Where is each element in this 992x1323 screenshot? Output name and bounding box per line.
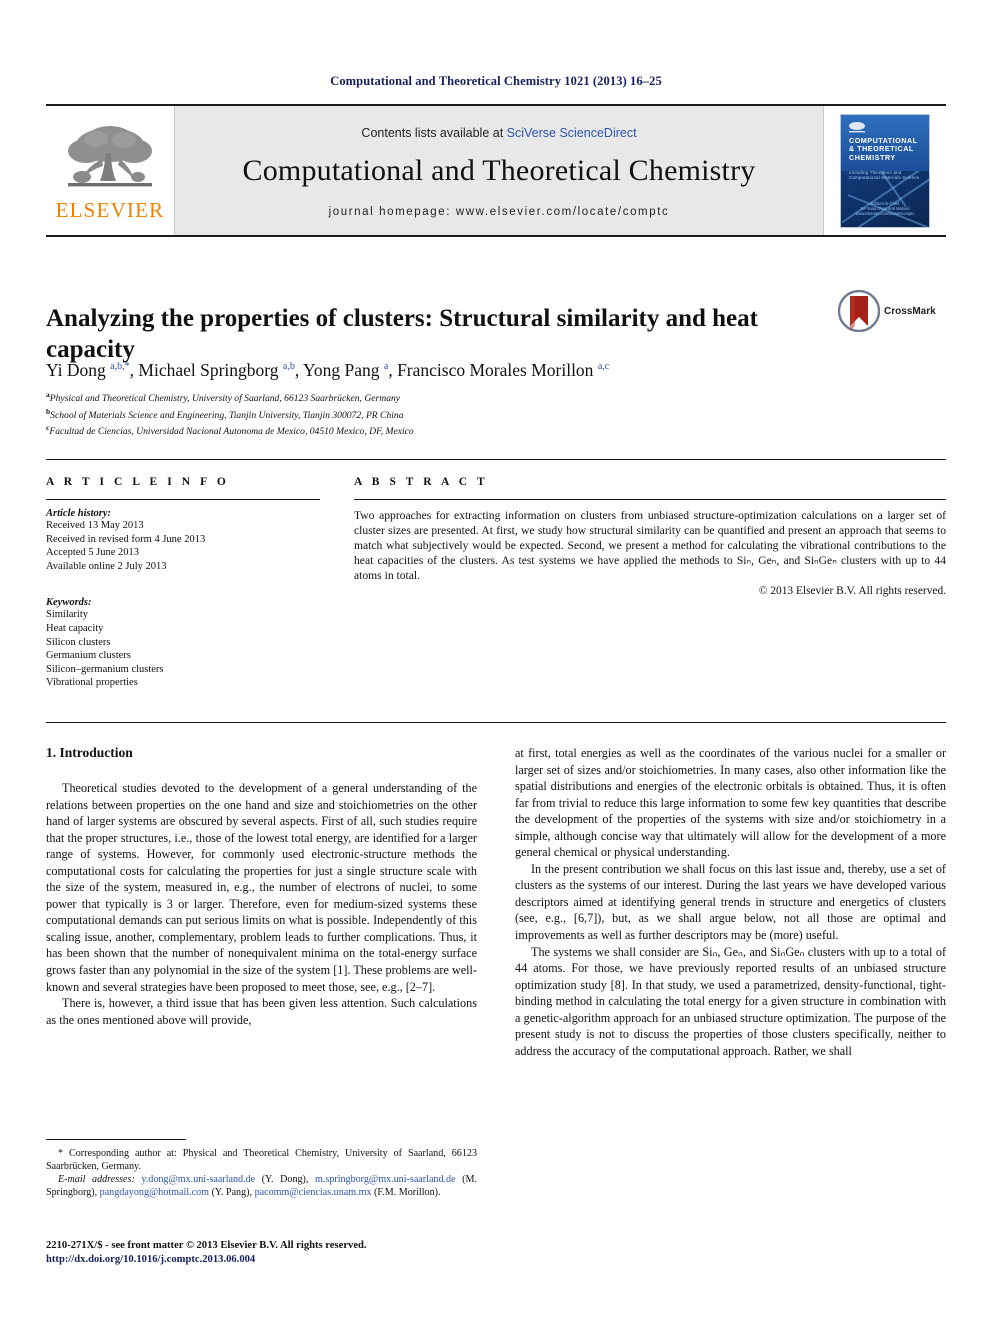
email-address[interactable]: pangdayong@hotmail.com	[100, 1187, 209, 1198]
corresponding-author-note: * Corresponding author at: Physical and …	[46, 1148, 477, 1172]
affiliation-text: Physical and Theoretical Chemistry, Univ…	[49, 393, 401, 405]
abstract-column: A B S T R A C T Two approaches for extra…	[336, 460, 946, 722]
article-info-divider	[46, 499, 320, 500]
body-column-left: 1. Introduction Theoretical studies devo…	[46, 745, 477, 1059]
abstract-text: Two approaches for extracting informatio…	[354, 509, 946, 583]
journal-article-page: Computational and Theoretical Chemistry …	[0, 0, 992, 1323]
cover-footer: Editors-in-Chief Se-Yuan Chen and Manuel…	[855, 200, 915, 217]
doi-link[interactable]: http://dx.doi.org/10.1016/j.comptc.2013.…	[46, 1253, 477, 1267]
journal-homepage-link[interactable]: journal homepage: www.elsevier.com/locat…	[329, 206, 670, 218]
email-owner: (Y. Dong)	[261, 1174, 306, 1185]
author-list: Yi Dong a,b,*, Michael Springborg a,b, Y…	[46, 359, 610, 380]
email-address[interactable]: m.springborg@mx.uni-saarland.de	[315, 1174, 456, 1185]
section-heading-introduction: 1. Introduction	[46, 745, 133, 760]
article-history-label: Article history:	[46, 508, 112, 519]
email-label: E-mail addresses:	[58, 1174, 135, 1185]
journal-cover-thumbnail[interactable]: COMPUTATIONAL & THEORETICAL CHEMISTRY In…	[840, 113, 930, 228]
cover-elsevier-icon	[849, 121, 865, 132]
crossmark-badge[interactable]: CrossMark	[838, 286, 946, 336]
body-paragraph: There is, however, a third issue that ha…	[46, 996, 477, 1027]
footnote-area: * Corresponding author at: Physical and …	[46, 1139, 477, 1199]
body-paragraph: In the present contribution we shall foc…	[515, 861, 946, 943]
elsevier-wordmark: ELSEVIER	[55, 197, 165, 222]
keyword-item: Heat capacity	[46, 622, 104, 634]
abstract-heading: A B S T R A C T	[354, 476, 489, 488]
email-addresses-note: E-mail addresses: y.dong@mx.uni-saarland…	[46, 1174, 477, 1198]
imprint-block: 2210-271X/$ - see front matter © 2013 El…	[46, 1239, 477, 1266]
body-column-right: at first, total energies as well as the …	[515, 745, 946, 1059]
article-history-item: Received 13 May 2013	[46, 520, 144, 531]
journal-cover-block: COMPUTATIONAL & THEORETICAL CHEMISTRY In…	[824, 106, 946, 235]
journal-masthead: ELSEVIER Contents lists available at Sci…	[46, 104, 946, 237]
keyword-item: Germanium clusters	[46, 650, 131, 662]
sciencedirect-link[interactable]: SciVerse ScienceDirect	[507, 126, 637, 140]
affiliation-list: aPhysical and Theoretical Chemistry, Uni…	[46, 389, 936, 439]
keyword-item: Similarity	[46, 609, 88, 621]
journal-title: Computational and Theoretical Chemistry	[242, 153, 756, 187]
body-columns: 1. Introduction Theoretical studies devo…	[46, 745, 946, 1059]
email-owner: (Y. Pang)	[211, 1187, 250, 1198]
article-info-heading: A R T I C L E I N F O	[46, 476, 230, 488]
contents-prefix: Contents lists available at	[361, 125, 507, 140]
article-history-item: Accepted 5 June 2013	[46, 547, 140, 559]
cover-subtitle: Including Theochem and Computational Mat…	[849, 169, 920, 180]
keyword-item: Silicon–germanium clusters	[46, 663, 164, 675]
crossmark-icon	[838, 290, 880, 332]
elsevier-tree-icon	[68, 125, 152, 186]
keyword-item: Vibrational properties	[46, 677, 138, 689]
cover-title: COMPUTATIONAL & THEORETICAL CHEMISTRY	[849, 135, 918, 162]
affiliation-item: bSchool of Materials Science and Enginee…	[46, 406, 936, 423]
article-info-abstract-panel: A R T I C L E I N F O Article history: R…	[46, 459, 946, 723]
body-paragraph: Theoretical studies devoted to the devel…	[46, 781, 477, 994]
affiliation-item: aPhysical and Theoretical Chemistry, Uni…	[46, 389, 936, 406]
imprint-issn-line: 2210-271X/$ - see front matter © 2013 El…	[46, 1240, 367, 1251]
article-history-item: Available online 2 July 2013	[46, 560, 167, 572]
affiliation-text: Facultad de Ciencias, Universidad Nacion…	[49, 426, 414, 438]
email-address[interactable]: y.dong@mx.uni-saarland.de	[141, 1174, 255, 1185]
keywords-block: Keywords: Similarity Heat capacity Silic…	[46, 597, 320, 690]
article-history-item: Received in revised form 4 June 2013	[46, 533, 206, 545]
email-address[interactable]: pacomm@ciencias.unam.mx	[255, 1187, 372, 1198]
affiliation-item: cFacultad de Ciencias, Universidad Nacio…	[46, 422, 936, 439]
email-owner: (F.M. Morillon)	[374, 1187, 438, 1198]
article-info-column: A R T I C L E I N F O Article history: R…	[46, 460, 336, 722]
abstract-divider	[354, 499, 946, 500]
body-paragraph: The systems we shall consider are Siₙ, G…	[515, 944, 946, 1058]
keyword-item: Silicon clusters	[46, 636, 111, 648]
footnote-divider	[46, 1139, 186, 1140]
running-head: Computational and Theoretical Chemistry …	[330, 74, 662, 88]
crossmark-label: CrossMark	[884, 305, 936, 317]
affiliation-text: School of Materials Science and Engineer…	[50, 409, 404, 421]
masthead-center: Contents lists available at SciVerse Sci…	[174, 106, 824, 235]
abstract-copyright: © 2013 Elsevier B.V. All rights reserved…	[758, 585, 946, 598]
keywords-label: Keywords:	[46, 597, 92, 609]
body-paragraph: at first, total energies as well as the …	[515, 746, 946, 860]
contents-available-line: Contents lists available at SciVerse Sci…	[361, 126, 636, 140]
elsevier-logo: ELSEVIER	[46, 106, 174, 235]
